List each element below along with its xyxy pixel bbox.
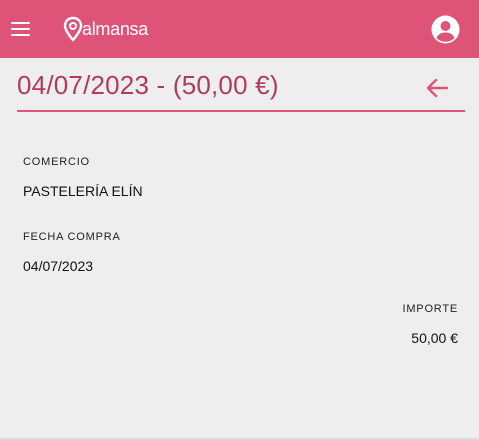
app-logo[interactable]: almansa	[63, 15, 148, 43]
arrow-back-icon	[426, 78, 449, 98]
purchase-date-value: 04/07/2023	[23, 258, 94, 274]
page-title: 04/07/2023 - (50,00 €)	[17, 70, 279, 100]
merchant-value: PASTELERÍA ELÍN	[23, 183, 143, 199]
account-circle-icon	[431, 15, 460, 44]
purchase-date-label: FECHA COMPRA	[23, 231, 121, 243]
location-pin-icon	[63, 16, 83, 42]
app-bar: almansa	[0, 0, 479, 58]
amount-label: IMPORTE	[402, 303, 458, 315]
amount-value: 50,00 €	[411, 330, 458, 346]
back-button[interactable]	[423, 74, 451, 102]
page-header: 04/07/2023 - (50,00 €)	[17, 68, 465, 112]
logo-text: almansa	[82, 18, 148, 39]
merchant-label: COMERCIO	[23, 156, 90, 168]
menu-button[interactable]	[11, 22, 30, 36]
account-button[interactable]	[431, 15, 460, 44]
